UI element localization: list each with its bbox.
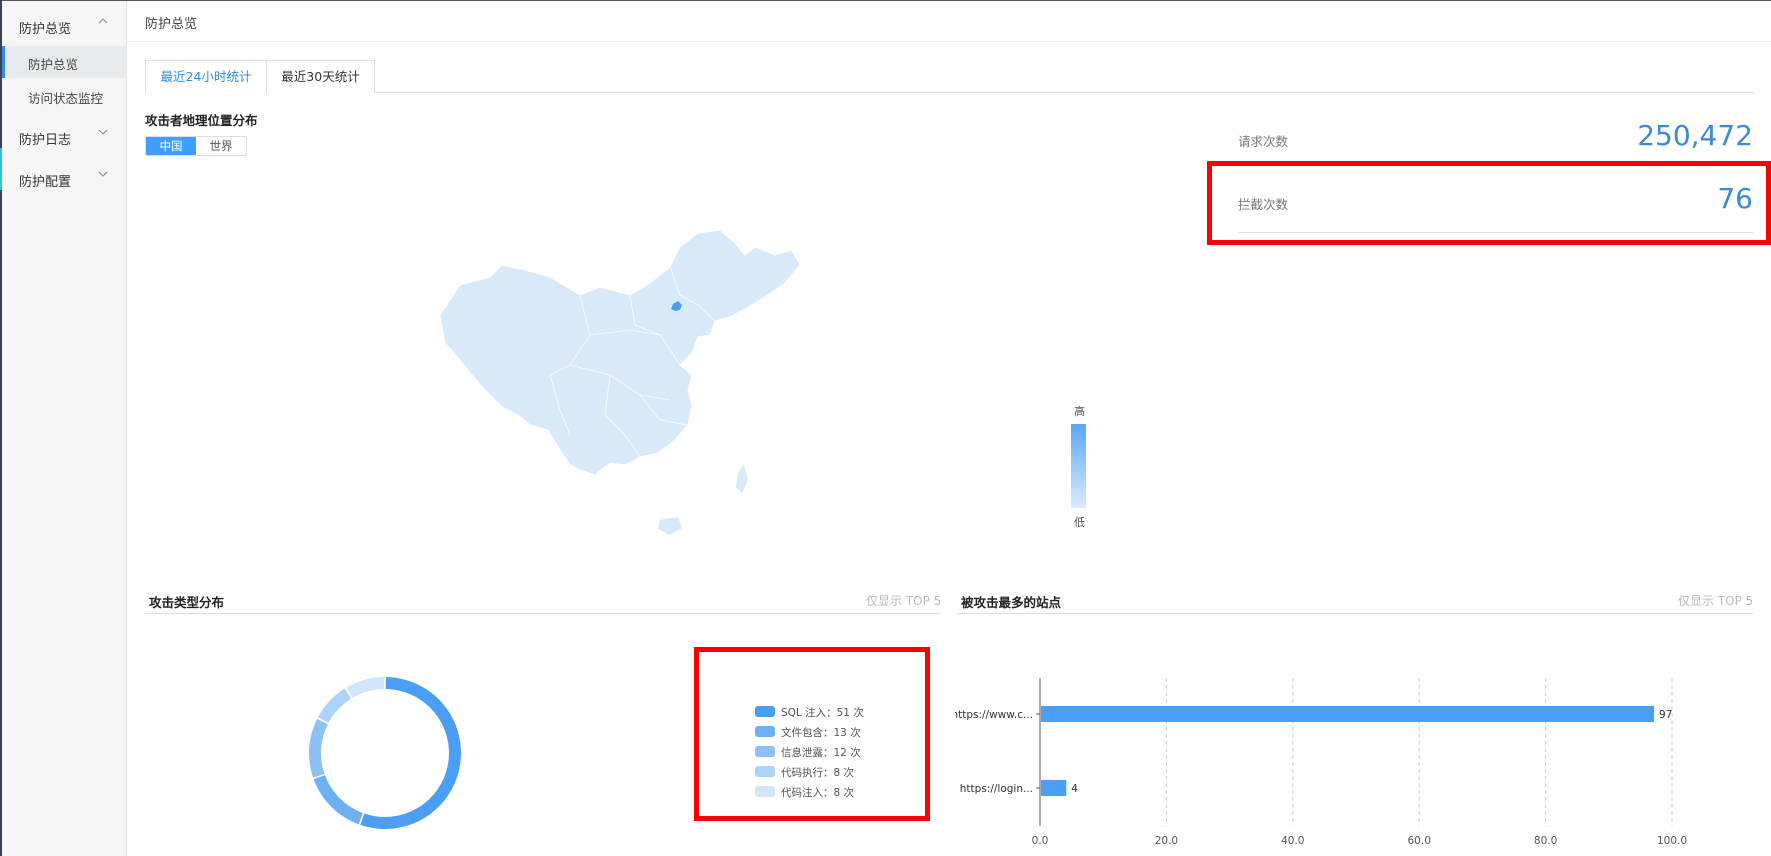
sidebar-item-access-monitor[interactable]: 访问状态监控	[2, 80, 126, 112]
toggle-china[interactable]: 中国	[146, 137, 196, 155]
top-sites-bar-chart[interactable]: 0.0 20.0 40.0 60.0 80.0 100.0 https://www.c...…	[955, 670, 1695, 856]
sidebar-item-label: 防护总览	[28, 57, 79, 72]
chevron-down-icon	[98, 168, 108, 182]
top-sites-divider	[957, 613, 1753, 614]
sidebar: 防护总览 防护总览 访问状态监控 防护日志 防护配置	[2, 1, 127, 856]
tabs-divider	[145, 92, 1755, 93]
x-tick-label: 0.0	[1032, 835, 1049, 847]
x-tick-label: 60.0	[1408, 835, 1431, 847]
chevron-down-icon	[98, 126, 108, 140]
china-map-mainland	[439, 229, 801, 476]
donut-slice-2[interactable]	[309, 718, 328, 778]
sidebar-group-logs[interactable]: 防护日志	[2, 123, 126, 151]
x-tick-label: 40.0	[1281, 835, 1304, 847]
visual-map-high: 高	[1074, 405, 1085, 418]
chevron-up-icon	[98, 15, 108, 29]
y-category-label: https://login...	[960, 783, 1033, 795]
bar-value-label: 97	[1659, 709, 1672, 721]
x-tick-label: 80.0	[1534, 835, 1557, 847]
visual-map-low: 低	[1074, 516, 1085, 529]
sidebar-group-config[interactable]: 防护配置	[2, 165, 126, 193]
sidebar-item-overview[interactable]: 防护总览	[2, 46, 126, 78]
tab-last-30d[interactable]: 最近30天统计	[266, 60, 375, 93]
attack-types-note: 仅显示 TOP 5	[866, 594, 942, 608]
requests-label: 请求次数	[1238, 134, 1289, 149]
sidebar-group-label: 防护日志	[19, 133, 72, 148]
geo-section-title: 攻击者地理位置分布	[145, 113, 258, 128]
top-sites-title: 被攻击最多的站点	[961, 595, 1062, 610]
bar-0[interactable]	[1041, 706, 1655, 722]
toggle-world[interactable]: 世界	[196, 137, 246, 155]
x-tick-label: 100.0	[1657, 835, 1687, 847]
donut-slice-4[interactable]	[346, 677, 385, 698]
bar-1[interactable]	[1041, 780, 1067, 796]
china-map[interactable]	[430, 225, 840, 540]
sidebar-group-overview[interactable]: 防护总览	[2, 12, 126, 40]
sidebar-group-label: 防护总览	[19, 22, 72, 37]
highlight-box-blocked	[1207, 161, 1771, 245]
highlight-box-legend	[694, 647, 930, 821]
attack-types-title: 攻击类型分布	[149, 595, 225, 610]
header-divider	[126, 41, 1771, 42]
visual-map-gradient	[1071, 424, 1086, 508]
sidebar-item-label: 访问状态监控	[28, 91, 104, 106]
top-sites-note: 仅显示 TOP 5	[1678, 594, 1754, 608]
donut-slice-1[interactable]	[313, 775, 363, 825]
x-tick-label: 20.0	[1155, 835, 1178, 847]
bar-value-label: 4	[1071, 783, 1078, 795]
window-top-border	[0, 0, 1771, 1]
china-map-hainan	[658, 517, 682, 535]
donut-slice-0[interactable]	[360, 677, 461, 829]
requests-value: 250,472	[1637, 119, 1753, 152]
breadcrumb: 防护总览	[145, 17, 198, 32]
attack-types-divider	[145, 613, 941, 614]
map-scope-toggle: 中国 世界	[145, 136, 247, 156]
china-map-taiwan	[736, 465, 748, 493]
y-category-label: https://www.c...	[955, 709, 1033, 721]
tab-last-24h[interactable]: 最近24小时统计	[145, 60, 267, 94]
donut-slice-3[interactable]	[317, 688, 352, 723]
attack-types-donut[interactable]	[300, 668, 470, 838]
sidebar-group-label: 防护配置	[19, 175, 72, 190]
